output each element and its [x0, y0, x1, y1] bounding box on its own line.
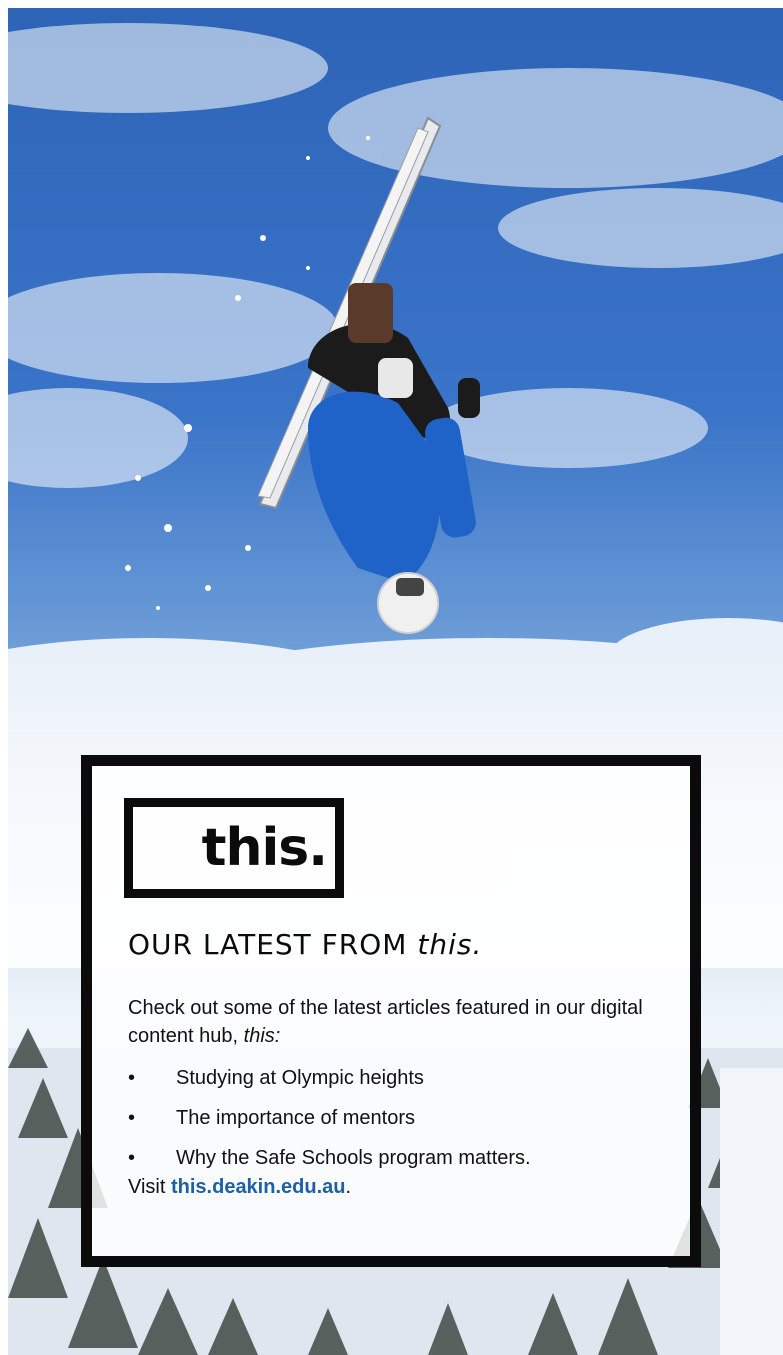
visit-prefix: Visit [128, 1176, 166, 1198]
intro-text: Check out some of the latest articles fe… [128, 997, 643, 1047]
list-item[interactable]: • Studying at Olympic heights [128, 1058, 688, 1098]
bullet-icon: • [128, 1147, 136, 1169]
heading-emphasis: this. [417, 928, 483, 961]
intro-emphasis: this: [243, 1025, 281, 1047]
bullet-icon: • [128, 1067, 136, 1089]
this-logo[interactable]: this. [124, 798, 344, 898]
visit-line: Visit this.deakin.edu.au. [128, 1176, 688, 1199]
skier-figure [257, 116, 480, 634]
bullet-icon: • [128, 1107, 136, 1129]
website-link[interactable]: this.deakin.edu.au [171, 1176, 345, 1198]
intro-paragraph: Check out some of the latest articles fe… [128, 994, 668, 1050]
article-list: • Studying at Olympic heights • The impo… [128, 1058, 688, 1178]
visit-suffix: . [345, 1176, 352, 1198]
section-heading: OUR LATEST FROM this. [128, 928, 688, 961]
list-item[interactable]: • The importance of mentors [128, 1098, 688, 1138]
list-item[interactable]: • Why the Safe Schools program matters. [128, 1138, 688, 1178]
article-title: The importance of mentors [176, 1107, 415, 1129]
article-title: Why the Safe Schools program matters. [176, 1147, 531, 1169]
heading-prefix: OUR LATEST FROM [128, 928, 408, 961]
ad-frame: this. OUR LATEST FROM this. Check out so… [0, 0, 783, 1355]
promo-card: this. OUR LATEST FROM this. Check out so… [81, 755, 701, 1267]
logo-text: this. [201, 818, 328, 878]
article-title: Studying at Olympic heights [176, 1067, 424, 1089]
